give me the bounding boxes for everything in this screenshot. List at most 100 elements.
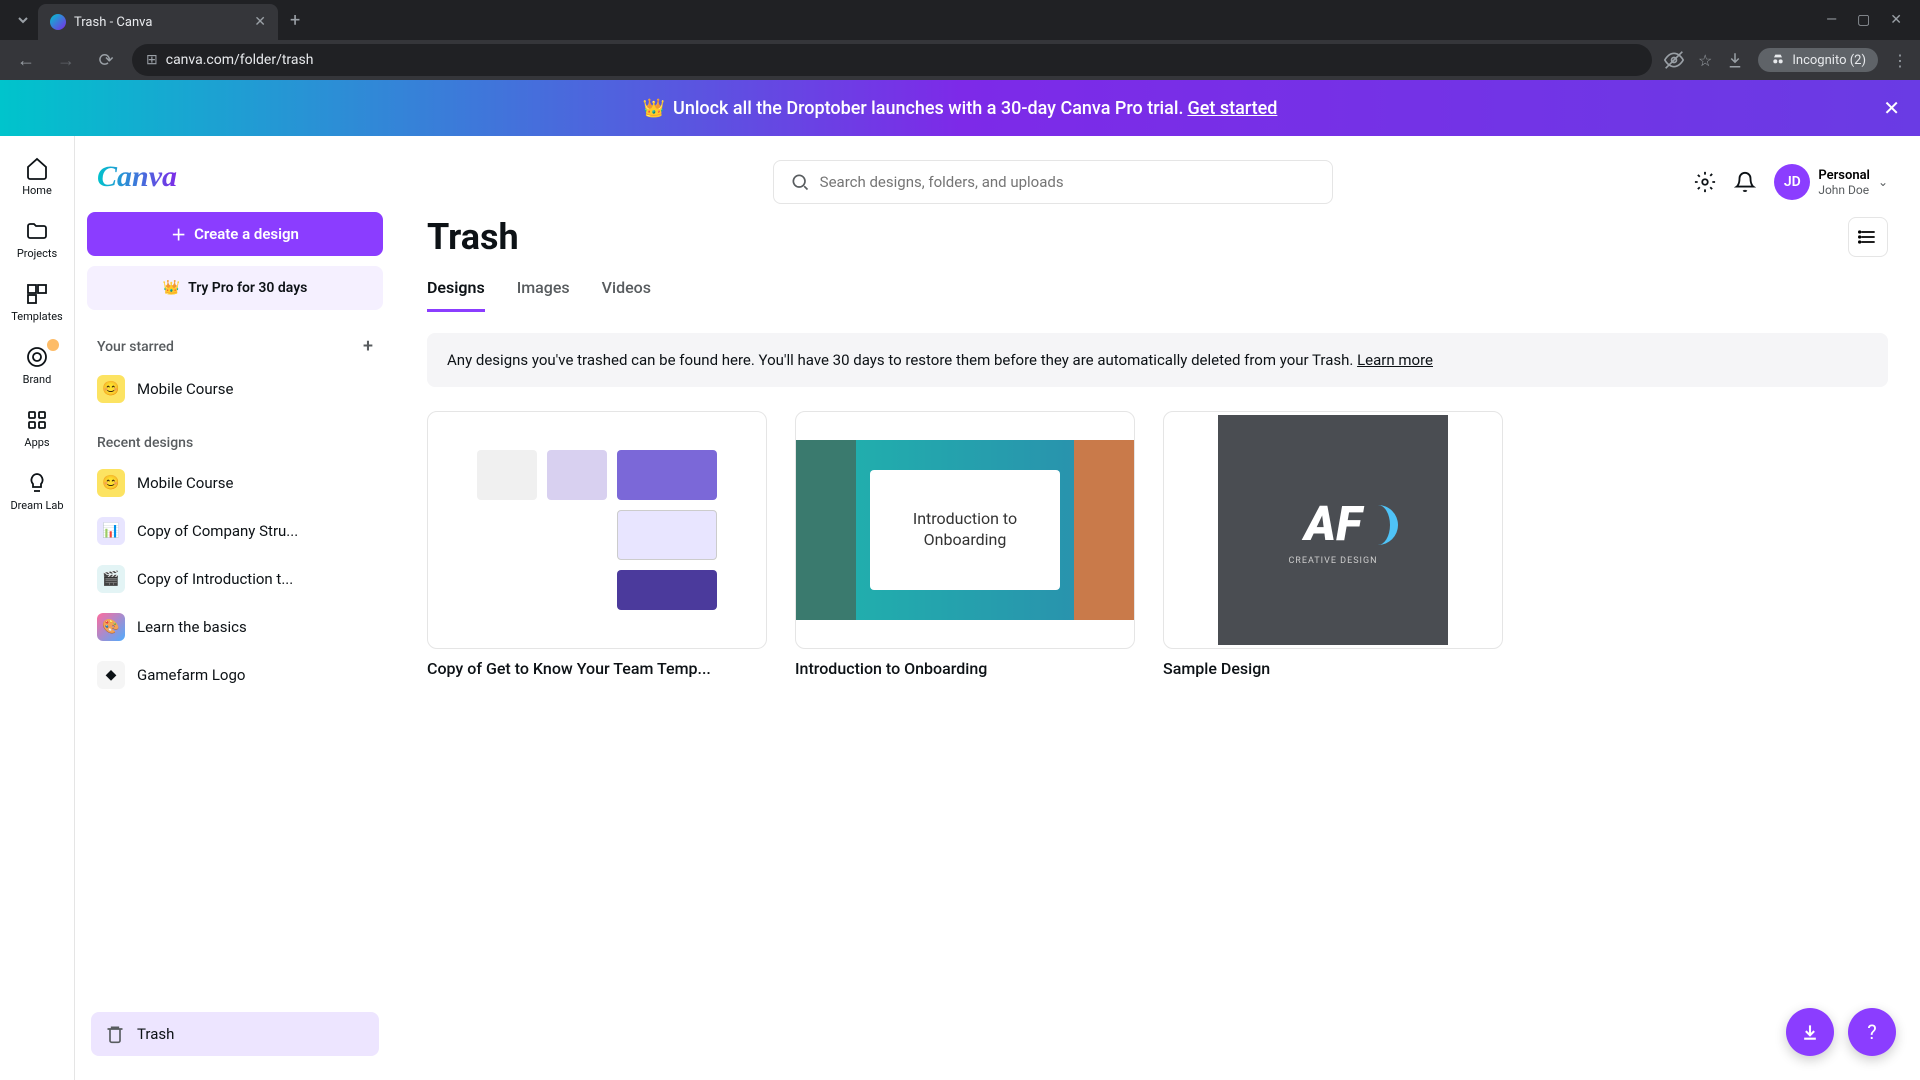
search-icon [790, 172, 810, 192]
starred-item-mobile-course[interactable]: 😊 Mobile Course [87, 365, 383, 413]
view-toggle-button[interactable] [1848, 217, 1888, 257]
trash-icon [105, 1024, 125, 1044]
recent-item-introduction[interactable]: 🎬 Copy of Introduction t... [87, 555, 383, 603]
rail-templates[interactable]: Templates [5, 274, 69, 331]
canva-logo[interactable]: Canva [87, 152, 383, 212]
site-info-icon[interactable]: ⊞ [146, 52, 158, 68]
info-box: Any designs you've trashed can be found … [427, 333, 1888, 387]
recent-item-company-structure[interactable]: 📊 Copy of Company Stru... [87, 507, 383, 555]
rail-label: Projects [17, 247, 57, 260]
rail-projects[interactable]: Projects [5, 211, 69, 268]
design-grid: Copy of Get to Know Your Team Temp... In… [427, 411, 1888, 678]
banner-close-icon[interactable]: ✕ [1883, 96, 1900, 120]
downloads-icon[interactable] [1726, 51, 1744, 69]
design-card[interactable]: Introduction to Onboarding Introduction … [795, 411, 1135, 678]
add-starred-icon[interactable]: + [363, 336, 373, 357]
tab-videos[interactable]: Videos [602, 278, 651, 312]
sidebar-item-label: Copy of Introduction t... [137, 570, 373, 588]
brand-icon [25, 345, 49, 369]
try-pro-button[interactable]: 👑 Try Pro for 30 days [87, 266, 383, 310]
tab-search-dropdown[interactable] [8, 5, 38, 35]
dreamlab-icon [25, 471, 49, 495]
tab-designs[interactable]: Designs [427, 278, 485, 312]
logo-text: Canva [97, 160, 177, 193]
url-text: canva.com/folder/trash [166, 52, 314, 68]
sidebar-item-label: Copy of Company Stru... [137, 522, 373, 540]
banner-text: Unlock all the Droptober launches with a… [673, 98, 1183, 119]
sidebar-trash-item[interactable]: Trash [91, 1012, 379, 1056]
tab-close-icon[interactable]: ✕ [254, 14, 266, 30]
topbar: JD Personal John Doe ⌄ [427, 160, 1888, 204]
bookmark-star-icon[interactable]: ☆ [1698, 51, 1712, 70]
search-input[interactable] [820, 173, 1316, 191]
notifications-icon[interactable] [1734, 171, 1756, 193]
info-text: Any designs you've trashed can be found … [447, 351, 1353, 369]
card-title: Copy of Get to Know Your Team Temp... [427, 659, 767, 678]
card-title: Introduction to Onboarding [795, 659, 1135, 678]
search-box[interactable] [773, 160, 1333, 204]
rail-label: Apps [24, 436, 49, 449]
main-content: JD Personal John Doe ⌄ Trash Designs Ima… [395, 140, 1920, 1080]
create-label: Create a design [194, 225, 299, 243]
rail-label: Home [22, 184, 52, 197]
profile-menu[interactable]: JD Personal John Doe ⌄ [1774, 164, 1888, 200]
starred-label: Your starred [97, 339, 174, 355]
close-window-icon[interactable]: ✕ [1890, 12, 1902, 28]
card-title: Sample Design [1163, 659, 1503, 678]
banner-cta-link[interactable]: Get started [1187, 98, 1277, 119]
reload-button[interactable]: ⟳ [92, 46, 120, 74]
recent-item-gamefarm-logo[interactable]: ◆ Gamefarm Logo [87, 651, 383, 699]
sidebar-item-label: Gamefarm Logo [137, 666, 373, 684]
maximize-icon[interactable]: ▢ [1857, 12, 1870, 28]
recent-item-mobile-course[interactable]: 😊 Mobile Course [87, 459, 383, 507]
design-thumbnail [427, 411, 767, 649]
incognito-badge[interactable]: Incognito (2) [1758, 48, 1878, 72]
forward-button[interactable]: → [52, 46, 80, 74]
logo-mark: AF [1288, 495, 1377, 552]
pro-badge-icon [47, 339, 59, 351]
design-thumb-icon: ◆ [97, 661, 125, 689]
profile-sub: John Doe [1818, 183, 1870, 197]
design-card[interactable]: AF CREATIVE DESIGN Sample Design [1163, 411, 1503, 678]
browser-toolbar: ← → ⟳ ⊞ canva.com/folder/trash ☆ Incogni… [0, 40, 1920, 80]
download-fab[interactable] [1786, 1008, 1834, 1056]
settings-icon[interactable] [1694, 171, 1716, 193]
avatar: JD [1774, 164, 1810, 200]
incognito-label: Incognito (2) [1792, 53, 1866, 68]
page-title: Trash [427, 216, 519, 258]
rail-dreamlab[interactable]: Dream Lab [5, 463, 69, 520]
design-thumbnail: AF CREATIVE DESIGN [1163, 411, 1503, 649]
learn-more-link[interactable]: Learn more [1357, 351, 1433, 369]
recent-header: Recent designs [87, 427, 383, 459]
templates-icon [25, 282, 49, 306]
sidebar-item-label: Learn the basics [137, 618, 373, 636]
canva-favicon [50, 14, 66, 30]
design-card[interactable]: Copy of Get to Know Your Team Temp... [427, 411, 767, 678]
new-tab-button[interactable]: + [278, 10, 312, 31]
create-design-button[interactable]: ＋ Create a design [87, 212, 383, 256]
browser-tab[interactable]: Trash - Canva ✕ [38, 4, 278, 40]
content-tabs: Designs Images Videos [427, 278, 1888, 313]
address-bar[interactable]: ⊞ canva.com/folder/trash [132, 44, 1652, 76]
design-thumbnail: Introduction to Onboarding [795, 411, 1135, 649]
back-button[interactable]: ← [12, 46, 40, 74]
eye-off-icon[interactable] [1664, 50, 1684, 70]
design-thumb-icon: 📊 [97, 517, 125, 545]
home-icon [25, 156, 49, 180]
thumb-text-line2: Onboarding [924, 530, 1007, 551]
fab-container: ? [1786, 1008, 1896, 1056]
design-thumb-icon: 😊 [97, 469, 125, 497]
minimize-icon[interactable]: — [1826, 12, 1837, 28]
rail-apps[interactable]: Apps [5, 400, 69, 457]
rail-home[interactable]: Home [5, 148, 69, 205]
help-fab[interactable]: ? [1848, 1008, 1896, 1056]
crown-icon: 👑 [643, 98, 665, 119]
rail-brand[interactable]: Brand [5, 337, 69, 394]
sidebar-item-label: Mobile Course [137, 474, 373, 492]
sidebar: Canva ＋ Create a design 👑 Try Pro for 30… [75, 136, 395, 1080]
recent-item-learn-basics[interactable]: 🎨 Learn the basics [87, 603, 383, 651]
tab-images[interactable]: Images [517, 278, 570, 312]
rail-label: Dream Lab [10, 499, 63, 512]
browser-menu-icon[interactable]: ⋮ [1892, 51, 1908, 70]
design-thumb-icon: 🎬 [97, 565, 125, 593]
